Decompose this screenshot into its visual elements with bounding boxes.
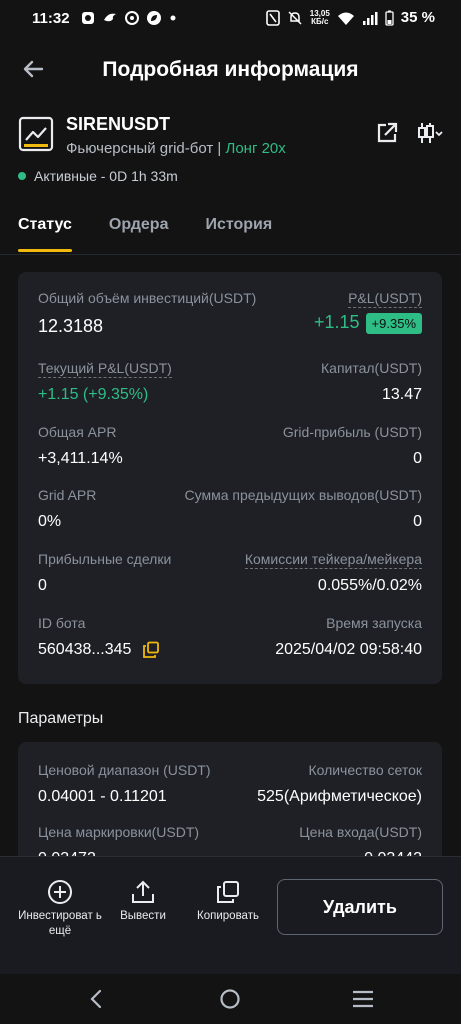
entry-price-label: Цена входа(USDT) [299,824,422,840]
candlestick-chart-icon[interactable] [416,120,444,146]
signal-icon [362,11,378,25]
grid-apr-row: Grid APR 0% Сумма предыдущих выводов(USD… [38,487,422,537]
current-pnl-value: +1.15 (+9.35%) [38,386,149,403]
nav-home-icon[interactable] [219,988,241,1010]
nfc-icon [265,9,280,26]
delete-button[interactable]: Удалить [277,879,443,935]
notification-icons [80,10,178,26]
profitable-trades-value: 0 [38,577,47,594]
profitable-trades-label: Прибыльные сделки [38,551,172,567]
price-range-value: 0.04001 - 0.11201 [38,788,167,805]
app-notification-icon [82,12,94,24]
system-nav-bar [0,974,461,1024]
price-range-row: Ценовой диапазон (USDT) 0.04001 - 0.1120… [38,762,422,812]
mark-price-label: Цена маркировки(USDT) [38,824,200,840]
bot-leverage: Лонг 20x [225,140,286,157]
apr-row: Общая APR +3,411.14% Grid-прибыль (USDT)… [38,424,422,474]
nav-recents-icon[interactable] [352,989,374,1009]
grid-count-label: Количество сеток [308,762,422,778]
capital-value: 13.47 [381,386,422,403]
bot-symbol: SIRENUSDT [66,114,171,134]
investment-row: Общий объём инвестиций(USDT) 12.3188 P&L… [38,290,422,340]
app-header: Подробная информация [0,48,461,94]
nav-back-icon[interactable] [86,988,106,1010]
bot-id-group: 560438...345 [38,641,160,659]
bot-status: Активные - 0D 1h 33m [18,168,178,184]
at-icon [125,11,139,25]
current-pnl-label[interactable]: Текущий P&L(USDT) [38,360,172,378]
copy-icon [217,881,239,903]
bot-type-line: Фьючерсный grid-бот | Лонг 20x [66,140,286,157]
invest-more-button[interactable]: Инвестироват ь ещё [14,879,106,939]
launch-time-value: 2025/04/02 09:58:40 [275,641,422,658]
fees-value: 0.055%/0.02% [317,577,422,594]
fees-label[interactable]: Комиссии тейкера/мейкера [244,551,422,569]
params-section-title: Параметры [18,710,104,727]
tab-history[interactable]: История [205,210,272,252]
tab-status[interactable]: Статус [18,210,72,252]
bot-id-row: ID бота 560438...345 Время запуска 2025/… [38,615,422,665]
copy-label: Копировать [197,910,259,922]
dot-icon [170,15,176,21]
bot-summary: SIRENUSDT Фьючерсный grid-бот | Лонг 20x… [18,112,443,192]
capital-label: Капитал(USDT) [321,360,422,376]
battery-percent: 35 % [400,9,435,26]
leaf-icon [147,11,161,25]
tabs-divider [0,254,461,255]
status-time: 11:32 [32,10,70,27]
bot-status-text: Активные - 0D 1h 33m [34,168,178,184]
pnl-label[interactable]: P&L(USDT) [348,290,422,308]
total-investment-value: 12.3188 [38,316,104,336]
price-range-label: Ценовой диапазон (USDT) [38,762,211,778]
current-pnl-row: Текущий P&L(USDT) +1.15 (+9.35%) Капитал… [38,360,422,410]
grid-profit-label: Grid-прибыль (USDT) [282,424,422,440]
grid-profit-value: 0 [413,450,422,467]
grid-count-value: 525(Арифметическое) [257,788,422,805]
copy-id-icon[interactable] [142,641,160,659]
bot-id-value: 560438...345 [38,641,132,659]
tab-bar: Статус Ордера История [18,210,272,254]
invest-more-label: Инвестироват ь ещё [18,910,102,937]
pnl-percent-badge: +9.35% [365,313,422,335]
bot-id-label: ID бота [38,615,86,631]
pnl-value-group: +1.15 +9.35% [314,312,422,335]
withdraw-label: Вывести [120,910,166,922]
share-external-icon[interactable] [374,120,400,146]
battery-icon [385,10,394,26]
bottom-action-bar: Инвестироват ь ещё Вывести Копировать Уд… [0,856,461,975]
status-bar: 11:32 13,05 КБ/с 35 % [0,0,461,38]
bot-type: Фьючерсный grid-бот [66,140,214,157]
page-title: Подробная информация [102,58,359,81]
total-investment-label: Общий объём инвестиций(USDT) [38,290,257,306]
wifi-icon [337,12,354,25]
upload-icon [132,880,154,903]
grid-bot-chart-icon [18,116,54,152]
copy-bot-button[interactable]: Копировать [188,879,268,924]
prev-withdrawals-label: Сумма предыдущих выводов(USDT) [184,487,422,503]
total-apr-value: +3,411.14% [38,450,123,467]
pnl-value: +1.15 [314,312,360,332]
status-card: Общий объём инвестиций(USDT) 12.3188 P&L… [18,272,442,684]
plus-circle-icon [48,880,72,904]
bird-icon [104,13,116,22]
active-status-dot [18,172,26,180]
grid-apr-label: Grid APR [38,487,97,503]
withdraw-button[interactable]: Вывести [112,879,174,924]
mute-icon [288,10,302,25]
grid-apr-value: 0% [38,513,62,530]
bot-type-separator: | [217,140,222,157]
tab-orders[interactable]: Ордера [109,210,169,252]
total-apr-label: Общая APR [38,424,117,440]
launch-time-label: Время запуска [326,615,422,631]
trades-row: Прибыльные сделки 0 Комиссии тейкера/мей… [38,551,422,601]
network-speed: 13,05 КБ/с [309,8,330,26]
prev-withdrawals-value: 0 [413,513,422,530]
